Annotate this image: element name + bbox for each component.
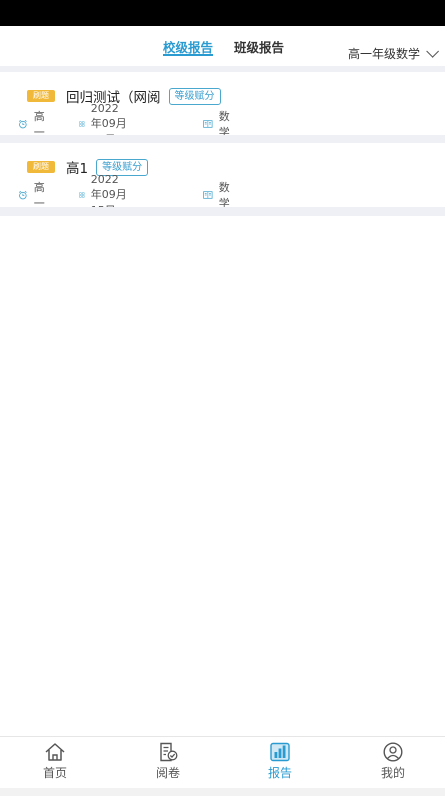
date-meta: 2022年09月21日 xyxy=(79,102,127,146)
alarm-clock-icon xyxy=(18,119,27,129)
nav-report[interactable]: 报告 xyxy=(250,742,310,781)
subject-meta: 数学 xyxy=(203,110,234,139)
divider xyxy=(0,135,445,143)
grade-meta: 高一 xyxy=(18,110,49,139)
system-nav-strip xyxy=(0,788,445,796)
report-tabs: 校级报告 班级报告 高一年级数学 xyxy=(0,26,445,66)
alarm-clock-icon xyxy=(18,190,27,200)
grade-meta: 高一 xyxy=(18,181,49,210)
book-icon xyxy=(203,191,213,199)
date-meta: 2022年09月15日 xyxy=(79,173,127,217)
paper-check-icon xyxy=(160,742,178,762)
divider xyxy=(0,207,445,216)
nav-home-label: 首页 xyxy=(42,766,67,780)
home-icon xyxy=(45,743,65,761)
nav-marking[interactable]: 阅卷 xyxy=(138,742,198,781)
report-chart-icon xyxy=(270,742,290,762)
type-badge: 刷题 xyxy=(27,90,55,102)
subject-meta: 数学 xyxy=(203,181,234,210)
type-badge: 刷题 xyxy=(27,161,55,173)
report-card[interactable]: 刷题 回归测试（网阅 等级赋分 高一 2022年09月21日 xyxy=(0,72,445,146)
tab-school-report-label: 校级报告 xyxy=(163,40,214,55)
active-tab-indicator xyxy=(163,54,214,56)
tab-class-report[interactable]: 班级报告 xyxy=(234,37,284,56)
grade-subject-value: 高一年级数学 xyxy=(347,47,420,61)
grading-tag: 等级赋分 xyxy=(168,87,221,105)
status-bar xyxy=(0,0,445,26)
user-profile-icon xyxy=(383,742,403,762)
exam-title: 高1 xyxy=(66,161,89,177)
book-icon xyxy=(203,120,213,128)
nav-marking-label: 阅卷 xyxy=(155,766,180,780)
tab-school-report[interactable]: 校级报告 xyxy=(163,37,214,56)
bottom-nav: 首页 阅卷 报告 我的 xyxy=(0,736,445,788)
nav-mine-label: 我的 xyxy=(380,766,405,780)
nav-home[interactable]: 首页 xyxy=(25,742,85,781)
nav-mine[interactable]: 我的 xyxy=(363,742,423,781)
report-card[interactable]: 刷题 高1 等级赋分 高一 2022年09月15日 xyxy=(0,143,445,217)
chevron-down-icon xyxy=(426,45,439,58)
grade-subject-select[interactable]: 高一年级数学 xyxy=(347,45,439,62)
grid-icon xyxy=(79,192,85,198)
grid-icon xyxy=(79,121,85,127)
tab-class-report-label: 班级报告 xyxy=(234,40,285,55)
nav-report-label: 报告 xyxy=(267,766,292,780)
